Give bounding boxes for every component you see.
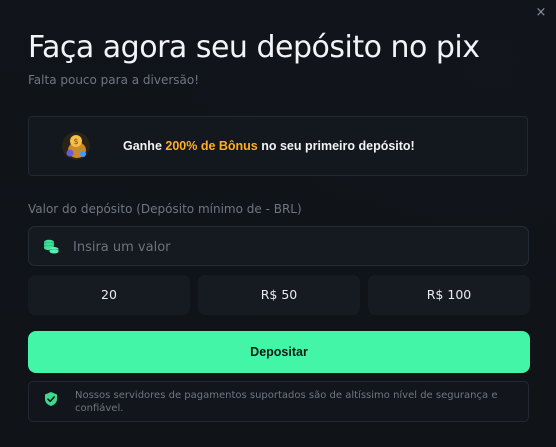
modal-subtitle: Falta pouco para a diversão!: [28, 73, 200, 87]
security-notice: Nossos servidores de pagamentos suportad…: [28, 381, 529, 422]
bonus-text: Ganhe 200% de Bônus no seu primeiro depó…: [123, 139, 415, 153]
bonus-banner: $ Ganhe 200% de Bônus no seu primeiro de…: [28, 116, 528, 176]
bonus-suffix: no seu primeiro depósito!: [257, 139, 415, 153]
money-icon: [44, 239, 59, 254]
modal-title: Faça agora seu depósito no pix: [28, 30, 480, 65]
quick-amount-row: 20 R$ 50 R$ 100: [28, 275, 530, 315]
deposit-button[interactable]: Depositar: [28, 331, 530, 373]
quick-amount-50-button[interactable]: R$ 50: [198, 275, 360, 315]
security-text: Nossos servidores de pagamentos suportad…: [75, 390, 498, 414]
quick-amount-20-button[interactable]: 20: [28, 275, 190, 315]
quick-amount-100-button[interactable]: R$ 100: [368, 275, 530, 315]
shield-check-icon: [45, 392, 57, 406]
deposit-amount-label: Valor do depósito (Depósito mínimo de - …: [28, 202, 302, 216]
svg-text:$: $: [73, 137, 78, 146]
deposit-amount-input[interactable]: [71, 227, 515, 267]
close-button[interactable]: ×: [534, 6, 548, 20]
bonus-prefix: Ganhe: [123, 139, 166, 153]
coins-bag-icon: $: [62, 132, 90, 160]
deposit-amount-field[interactable]: [28, 226, 529, 267]
bonus-highlight: 200% de Bônus: [165, 139, 258, 153]
deposit-modal: × Faça agora seu depósito no pix Falta p…: [0, 0, 556, 447]
